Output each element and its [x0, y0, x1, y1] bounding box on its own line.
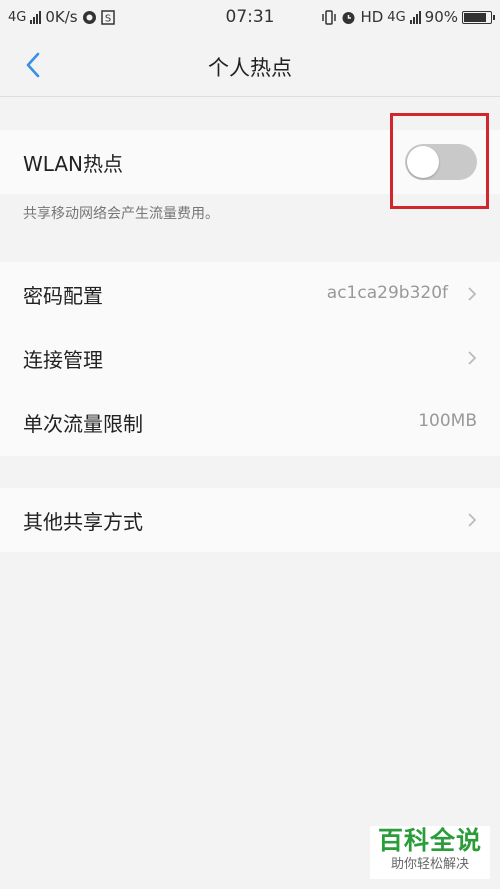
nav-bar: 个人热点: [0, 34, 500, 97]
other-sharing-row[interactable]: 其他共享方式: [0, 488, 500, 552]
watermark-subtitle: 助你轻松解决: [390, 857, 469, 872]
alarm-icon: [342, 11, 355, 24]
battery-percent: 90%: [424, 8, 458, 26]
page-title: 个人热点: [208, 56, 292, 80]
hotspot-hint: 共享移动网络会产生流量费用。: [23, 206, 219, 222]
signal-icon-right: [409, 10, 421, 24]
wlan-hotspot-label: WLAN热点: [23, 152, 124, 176]
settings-card: 密码配置 ac1ca29b320f 连接管理 单次流量限制 100MB: [0, 262, 500, 456]
watermark-title: 百科全说: [377, 826, 482, 855]
chevron-right-icon: [468, 287, 477, 301]
watermark-logo: 百科全说 助你轻松解决: [370, 826, 490, 879]
hd-badge: HD: [360, 8, 384, 26]
data-limit-label: 单次流量限制: [23, 412, 143, 436]
network-type-right: 4G: [387, 9, 406, 25]
password-value: ac1ca29b320f: [326, 283, 448, 303]
other-sharing-card: 其他共享方式: [0, 488, 500, 552]
password-config-label: 密码配置: [23, 284, 103, 308]
status-bar: 4G 0K/s S 07:31 HD 4G 90%: [0, 0, 500, 34]
other-sharing-label: 其他共享方式: [23, 510, 143, 534]
connection-management-label: 连接管理: [23, 348, 103, 372]
data-limit-row[interactable]: 单次流量限制 100MB: [0, 390, 500, 454]
highlight-box: [390, 113, 489, 209]
status-right: HD 4G 90%: [321, 8, 495, 26]
battery-icon: [462, 10, 495, 24]
connection-management-row[interactable]: 连接管理: [0, 326, 500, 390]
chevron-right-icon: [468, 513, 477, 527]
data-limit-value: 100MB: [418, 411, 477, 431]
chevron-right-icon: [468, 351, 477, 365]
vibrate-icon: [322, 9, 337, 25]
password-config-row[interactable]: 密码配置 ac1ca29b320f: [0, 262, 500, 326]
